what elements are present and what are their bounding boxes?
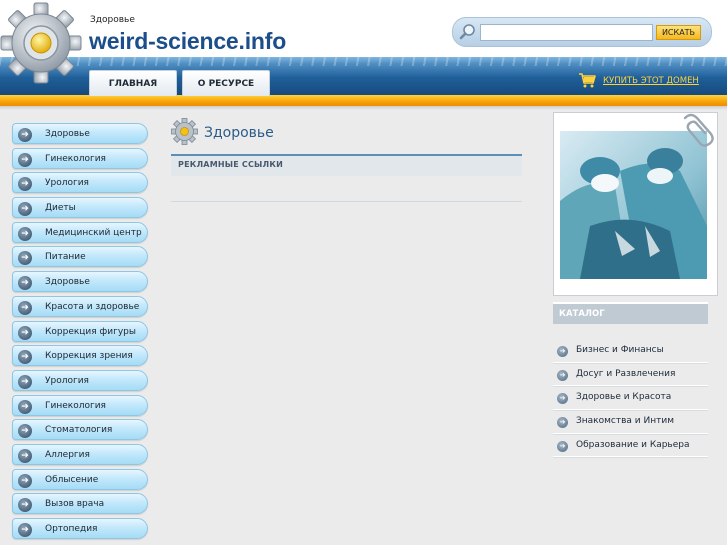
menu-item-label: Медицинский центр — [45, 227, 142, 238]
site-header: Здоровье weird-science.info ИСКАТЬ ГЛАВН… — [0, 0, 727, 110]
buy-domain-link[interactable]: КУПИТЬ ЭТОТ ДОМЕН — [603, 76, 699, 86]
arrow-right-icon: ➔ — [18, 448, 32, 463]
menu-item-label: Вызов врача — [45, 499, 105, 510]
catalog-item-label: Здоровье и Красота — [576, 392, 672, 403]
catalog-heading-label: КАТАЛОГ — [559, 309, 605, 319]
search-box: ИСКАТЬ — [452, 17, 712, 47]
menu-item-label: Гинекология — [45, 400, 106, 411]
arrow-right-icon: ➔ — [18, 498, 32, 513]
arrow-right-icon: ➔ — [18, 325, 32, 340]
catalog-item[interactable]: ➔ Образование и Карьера — [553, 435, 708, 458]
menu-item[interactable]: ➔ Красота и здоровье — [11, 294, 149, 319]
arrow-right-icon: ➔ — [18, 300, 32, 315]
search-magnifier-icon — [459, 24, 475, 40]
arrow-right-icon: ➔ — [18, 374, 32, 389]
menu-item-label: Урология — [45, 178, 89, 189]
paperclip-icon — [683, 113, 714, 147]
menu-item[interactable]: ➔ Стоматология — [11, 417, 149, 442]
menu-item[interactable]: ➔ Облысение — [11, 467, 149, 492]
site-name[interactable]: weird-science.info — [89, 28, 286, 55]
arrow-right-icon: ➔ — [18, 152, 32, 167]
menu-item-label: Аллергия — [45, 449, 90, 460]
arrow-right-icon: ➔ — [557, 417, 568, 429]
catalog-item[interactable]: ➔ Здоровье и Красота — [553, 387, 708, 411]
search-button[interactable]: ИСКАТЬ — [656, 25, 701, 40]
menu-item[interactable]: ➔ Здоровье — [11, 269, 149, 294]
divider — [553, 457, 708, 459]
tab-about[interactable]: О РЕСУРСЕ — [182, 70, 270, 96]
menu-item-label: Урология — [45, 375, 89, 386]
menu-item[interactable]: ➔ Ортопедия — [11, 516, 149, 541]
tab-home[interactable]: ГЛАВНАЯ — [89, 70, 177, 96]
catalog-heading: КАТАЛОГ — [553, 302, 708, 324]
surgeons-photo — [560, 131, 707, 279]
arrow-right-icon: ➔ — [18, 128, 32, 142]
catalog: КАТАЛОГ ➔ Бизнес и Финансы ➔ Досуг и Развл… — [553, 302, 708, 459]
header-shadow — [0, 106, 727, 110]
gear-icon — [171, 118, 198, 145]
catalog-list: ➔ Бизнес и Финансы ➔ Досуг и Развлечения ➔… — [553, 324, 708, 459]
menu-item-label: Облысение — [45, 474, 99, 485]
left-menu: ➔ Здоровье ➔ Гинекология ➔ Урология ➔ Диеты … — [11, 121, 149, 541]
menu-item[interactable]: ➔ Коррекция зрения — [11, 343, 149, 368]
menu-item-label: Питание — [45, 252, 86, 263]
shopping-cart-icon[interactable] — [578, 72, 596, 88]
catalog-item-label: Образование и Карьера — [576, 439, 690, 450]
page-title: Здоровье — [204, 125, 274, 141]
menu-item[interactable]: ➔ Урология — [11, 368, 149, 393]
menu-item[interactable]: ➔ Медицинский центр — [11, 220, 149, 245]
catalog-item[interactable]: ➔ Бизнес и Финансы — [553, 340, 708, 363]
catalog-item-label: Знакомства и Интим — [576, 416, 674, 427]
menu-item-label: Здоровье — [45, 277, 90, 288]
arrow-right-icon: ➔ — [557, 369, 568, 381]
menu-item[interactable]: ➔ Гинекология — [11, 393, 149, 418]
menu-item-label: Ортопедия — [45, 524, 98, 534]
menu-item-label: Коррекция зрения — [45, 351, 133, 362]
arrow-right-icon: ➔ — [557, 440, 568, 452]
arrow-right-icon: ➔ — [18, 473, 32, 488]
site-subtitle: Здоровье — [90, 15, 135, 25]
menu-item[interactable]: ➔ Коррекция фигуры — [11, 319, 149, 344]
arrow-right-icon: ➔ — [18, 177, 32, 192]
menu-item[interactable]: ➔ Диеты — [11, 195, 149, 220]
search-input[interactable] — [480, 24, 653, 41]
arrow-right-icon: ➔ — [18, 523, 32, 537]
arrow-right-icon: ➔ — [18, 251, 32, 266]
arrow-right-icon: ➔ — [557, 346, 568, 357]
menu-item-label: Диеты — [45, 203, 76, 214]
menu-item[interactable]: ➔ Аллергия — [11, 442, 149, 467]
gear-logo-icon[interactable] — [0, 2, 82, 84]
catalog-item[interactable]: ➔ Досуг и Развлечения — [553, 364, 708, 387]
menu-item-label: Гинекология — [45, 153, 106, 164]
menu-item-label: Красота и здоровье — [45, 301, 140, 312]
menu-item[interactable]: ➔ Здоровье — [11, 121, 149, 146]
arrow-right-icon: ➔ — [18, 424, 32, 439]
arrow-right-icon: ➔ — [18, 399, 32, 414]
catalog-item[interactable]: ➔ Знакомства и Интим — [553, 411, 708, 434]
arrow-right-icon: ➔ — [18, 350, 32, 365]
menu-item-label: Стоматология — [45, 425, 113, 436]
ads-label: РЕКЛАМНЫЕ ССЫЛКИ — [178, 160, 284, 169]
menu-item[interactable]: ➔ Вызов врача — [11, 491, 149, 516]
menu-item-label: Здоровье — [45, 129, 90, 139]
arrow-right-icon: ➔ — [18, 226, 32, 241]
divider — [171, 201, 522, 202]
catalog-item-label: Бизнес и Финансы — [576, 345, 664, 355]
menu-item-label: Коррекция фигуры — [45, 326, 136, 337]
catalog-item-label: Досуг и Развлечения — [576, 368, 676, 379]
arrow-right-icon: ➔ — [18, 202, 32, 217]
arrow-right-icon: ➔ — [557, 393, 568, 405]
arrow-right-icon: ➔ — [18, 276, 32, 291]
menu-item[interactable]: ➔ Питание — [11, 244, 149, 269]
menu-item[interactable]: ➔ Урология — [11, 170, 149, 195]
menu-item[interactable]: ➔ Гинекология — [11, 146, 149, 171]
ads-header: РЕКЛАМНЫЕ ССЫЛКИ — [171, 154, 522, 176]
